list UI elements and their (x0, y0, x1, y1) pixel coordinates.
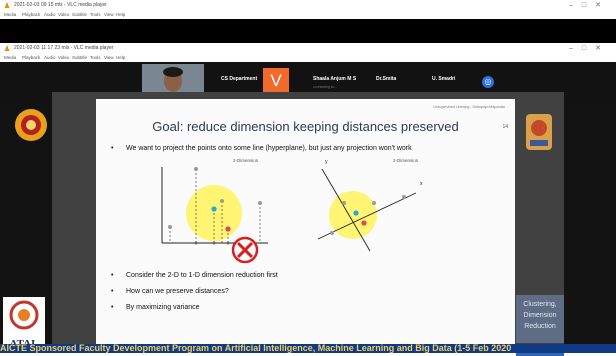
participant-shaala[interactable]: Shaala Anjum M S (313, 76, 356, 82)
outer-titlebar: 2021-02-03 09 15 mls - VLC media player … (0, 0, 616, 11)
slide-title: Goal: reduce dimension keeping distances… (152, 119, 459, 134)
participant-cs-department[interactable]: CS Department (221, 76, 257, 82)
slide-bullet-1: Consider the 2-D to 1-D dimension reduct… (111, 272, 278, 279)
slide-intro-bullet: We want to project the points onto some … (111, 145, 412, 152)
slide-citation: Unsupervised Learning - Debapriyo Majumd… (433, 105, 505, 109)
plot-left-label: 2-Dimension (233, 158, 259, 163)
vlc-cone-icon (4, 2, 10, 8)
participant-smadri[interactable]: U. Smadri (432, 76, 455, 82)
axis-y-label: y (325, 159, 328, 165)
inner-window-title: 2021-02-03 11 17 23 mls - VLC media play… (14, 45, 114, 51)
plot-right-label: 2-Dimension (393, 158, 419, 163)
menu-audio[interactable]: Audio (44, 55, 56, 60)
participant-shaala-status: connecting to... (313, 85, 337, 89)
menu-media[interactable]: Media (4, 12, 16, 17)
slide: Unsupervised Learning - Debapriyo Majumd… (96, 99, 515, 344)
presentation-stage: Unsupervised Learning - Debapriyo Majumd… (15, 92, 564, 356)
outer-menubar: Media Playback Audio Video Subtitle Tool… (0, 11, 616, 19)
inner-menubar: Media Playback Audio Video Subtitle Tool… (0, 54, 616, 62)
menu-help[interactable]: Help (116, 12, 125, 17)
menu-playback[interactable]: Playback (22, 12, 40, 17)
menu-tools[interactable]: Tools (90, 55, 101, 60)
inner-titlebar: 2021-02-03 11 17 23 mls - VLC media play… (0, 43, 616, 54)
menu-playback[interactable]: Playback (22, 55, 40, 60)
axis-x-label: x (420, 181, 423, 187)
menu-media[interactable]: Media (4, 55, 16, 60)
aicte-logo-icon (15, 109, 47, 141)
slide-page-number: 14 (502, 124, 508, 130)
slide-bullet-2: How can we preserve distances? (111, 288, 229, 295)
menu-video[interactable]: Video (58, 55, 69, 60)
outer-window-title: 2021-02-03 09 15 mls - VLC media player (14, 2, 107, 8)
outer-video-area (0, 19, 616, 43)
participant-smita[interactable]: Dr.Smita (376, 76, 396, 82)
meeting-app-icon[interactable]: ◎ (482, 76, 494, 88)
projection-plot-right (317, 168, 417, 252)
menu-help[interactable]: Help (116, 55, 125, 60)
slide-bullet-3: By maximizing variance (111, 304, 199, 311)
menu-video[interactable]: Video (58, 12, 69, 17)
topic-box: Clustering, Dimension Reduction (516, 295, 564, 343)
video-player[interactable]: CS Department V Shaala Anjum M S connect… (0, 62, 616, 356)
menu-subtitle[interactable]: Subtitle (72, 55, 87, 60)
fdp-banner: AICTE Sponsored Faculty Development Prog… (0, 344, 616, 353)
atal-emblem-icon (9, 300, 39, 330)
institute-emblem-icon (526, 114, 552, 150)
menu-tools[interactable]: Tools (90, 12, 101, 17)
menu-audio[interactable]: Audio (44, 12, 56, 17)
inner-window-controls[interactable]: –□✕ (569, 44, 610, 52)
presenter-initial-tile[interactable]: V (263, 68, 289, 94)
wrong-projection-icon (231, 236, 259, 264)
menu-view[interactable]: View (104, 12, 114, 17)
vlc-cone-icon (4, 45, 10, 51)
outer-window-controls[interactable]: –□✕ (569, 1, 610, 9)
menu-view[interactable]: View (104, 55, 114, 60)
menu-subtitle[interactable]: Subtitle (72, 12, 87, 17)
